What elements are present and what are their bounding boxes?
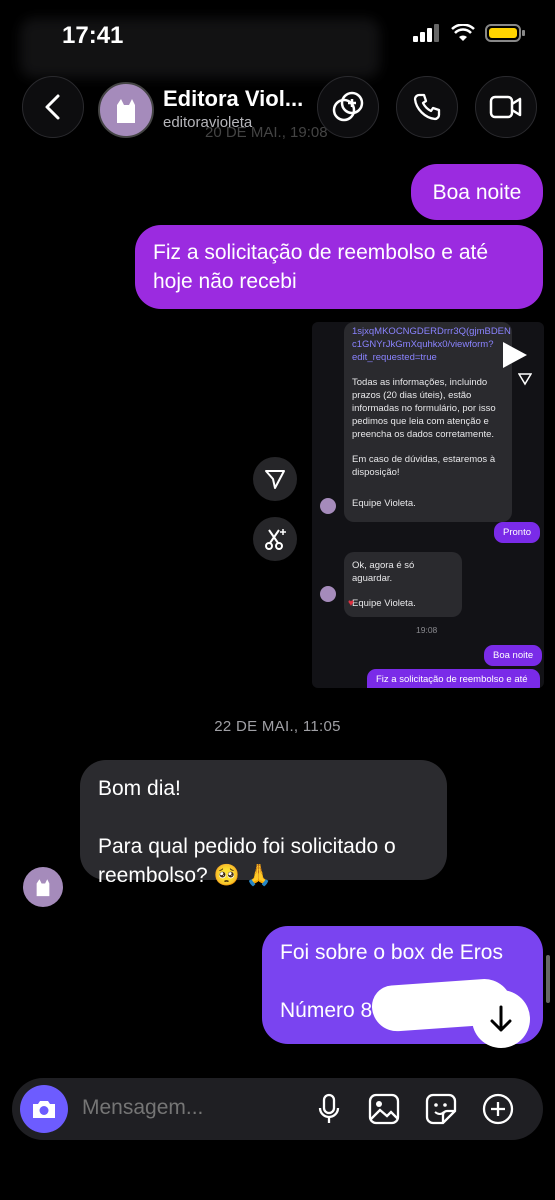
voice-call-button[interactable] <box>396 76 458 138</box>
send-icon <box>265 470 285 489</box>
scroll-to-bottom-button[interactable] <box>472 990 530 1048</box>
microphone-button[interactable] <box>311 1091 347 1127</box>
gallery-button[interactable] <box>366 1091 402 1127</box>
status-icons <box>413 24 525 42</box>
plus-circle-icon <box>482 1093 514 1125</box>
send-icon <box>517 372 533 391</box>
message-text: Para qual pedido foi solicitado o reembo… <box>98 835 396 887</box>
share-button[interactable] <box>253 457 297 501</box>
screenshot-link: edit_requested=true <box>352 352 437 363</box>
screenshot-text: Equipe Violeta. <box>352 498 416 509</box>
message-text: Bom dia! <box>98 777 181 800</box>
wifi-icon <box>451 24 475 41</box>
sticker-button[interactable] <box>423 1091 459 1127</box>
scissors-sparkle-icon <box>265 529 286 550</box>
back-button[interactable] <box>22 76 84 138</box>
message-text: Fiz a solicitação de reembolso e até hoj… <box>153 241 489 293</box>
screenshot-avatar <box>320 498 336 514</box>
date-separator: 22 DE MAI., 11:05 <box>214 718 341 735</box>
cat-logo-icon <box>36 879 50 897</box>
screenshot-link: c1GNYrJkGmXquhkx0/viewform? <box>352 339 494 350</box>
cat-logo-icon <box>117 99 135 123</box>
status-time: 17:41 <box>62 22 124 49</box>
screenshot-avatar <box>320 586 336 602</box>
camera-button[interactable] <box>20 1085 68 1133</box>
message-input[interactable] <box>80 1095 284 1121</box>
contact-username[interactable]: editoravioleta <box>163 114 252 131</box>
microphone-icon <box>318 1093 340 1123</box>
message-outgoing[interactable]: Boa noite <box>411 164 543 220</box>
sticker-icon <box>425 1093 457 1125</box>
scrollbar[interactable] <box>546 955 550 1003</box>
screenshot-text: Em caso de dúvidas, estaremos à disposiç… <box>352 454 496 478</box>
screenshot-text: Ok, agora é só aguardar. <box>352 560 415 584</box>
arrow-down-icon <box>490 1005 512 1032</box>
battery-icon <box>485 24 525 42</box>
video-camera-icon <box>489 95 522 119</box>
more-button[interactable] <box>480 1091 516 1127</box>
signal-icon <box>413 24 439 42</box>
video-call-button[interactable] <box>475 76 537 138</box>
contact-avatar[interactable] <box>98 82 154 138</box>
screenshot-outgoing: Fiz a solicitação de reembolso e até <box>367 669 540 688</box>
screenshot-text: Todas as informações, incluindo prazos (… <box>352 377 496 440</box>
screenshot-outgoing: Pronto <box>494 522 540 543</box>
heart-reaction-icon: ♥ <box>348 598 354 609</box>
screenshot-message: 1sjxqMKOCNGDERDrrr3Q(gjmBDEN c1GNYrJkGmX… <box>344 322 512 522</box>
screenshot-text: Equipe Violeta. <box>352 598 416 609</box>
message-incoming[interactable]: Bom dia! Para qual pedido foi solicitado… <box>80 760 447 887</box>
add-people-button[interactable] <box>317 76 379 138</box>
image-icon <box>368 1093 400 1125</box>
contact-name[interactable]: Editora Viol... <box>163 86 303 112</box>
message-text: Boa noite <box>432 180 522 204</box>
message-outgoing[interactable]: Fiz a solicitação de reembolso e até hoj… <box>135 225 543 309</box>
play-icon <box>500 340 530 375</box>
chevron-left-icon <box>45 94 60 120</box>
shared-screenshot[interactable]: 1sjxqMKOCNGDERDrrr3Q(gjmBDEN c1GNYrJkGmX… <box>312 322 544 688</box>
edit-media-button[interactable] <box>253 517 297 561</box>
add-people-icon <box>332 91 364 122</box>
screenshot-time: 19:08 <box>416 625 438 635</box>
screenshot-message: Ok, agora é só aguardar. Equipe Violeta. <box>344 552 462 617</box>
message-text: Foi sobre o box de Eros <box>280 941 503 964</box>
phone-icon <box>413 93 441 121</box>
screenshot-link: 1sjxqMKOCNGDERDrrr3Q(gjmBDEN <box>352 326 511 337</box>
sender-avatar[interactable] <box>23 867 63 907</box>
screenshot-outgoing: Boa noite <box>484 645 543 666</box>
camera-icon <box>33 1101 55 1118</box>
